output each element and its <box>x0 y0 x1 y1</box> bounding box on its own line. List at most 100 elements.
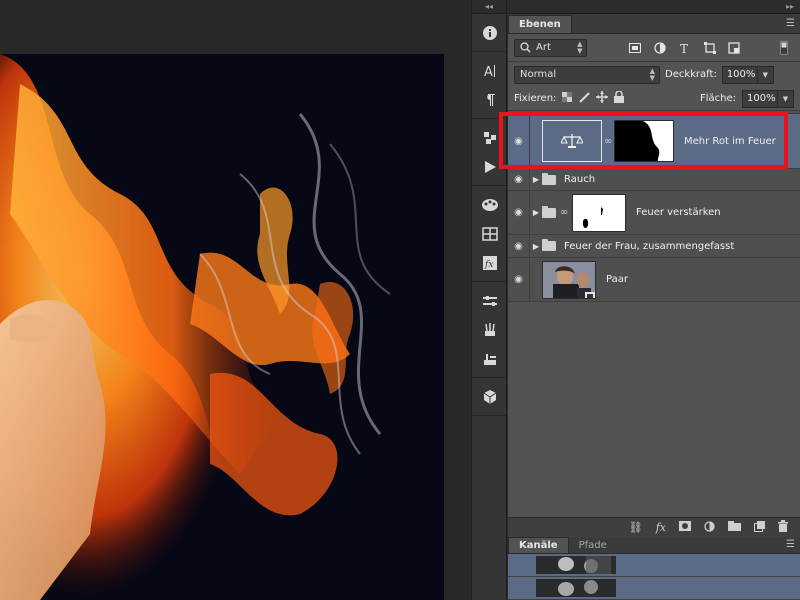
fill-input[interactable]: 100% <box>742 89 778 108</box>
3d-icon[interactable] <box>472 382 508 411</box>
fx-styles-icon[interactable]: fx <box>472 248 508 277</box>
new-group-icon[interactable] <box>728 521 741 534</box>
visibility-toggle[interactable]: ◉ <box>508 169 530 190</box>
paragraph-icon[interactable] <box>472 85 508 114</box>
layer-filter-row: Art ▲ ▼ T <box>508 34 800 61</box>
layer-thumbnail-paar[interactable] <box>542 260 596 299</box>
lock-label: Fixieren: <box>514 93 557 104</box>
visibility-toggle[interactable]: ◉ <box>508 258 530 301</box>
opacity-slider-chevron-icon[interactable]: ▼ <box>757 65 774 84</box>
channels-panel: Kanäle Pfade ☰ <box>508 537 800 600</box>
opacity-label: Deckkraft: <box>665 69 717 80</box>
layer-name: Rauch <box>564 174 596 185</box>
layer-name: Paar <box>606 274 628 285</box>
expand-caret-icon[interactable]: ▶ <box>530 175 542 184</box>
brush-presets-icon[interactable] <box>472 344 508 373</box>
fill-label: Fläche: <box>699 93 736 104</box>
fire-artwork-image[interactable] <box>0 54 444 600</box>
lock-all-icon[interactable] <box>614 90 625 106</box>
channel-thumbnail <box>536 579 616 597</box>
mask-link-icon[interactable]: ∞ <box>558 207 570 218</box>
lock-transparent-icon[interactable] <box>562 92 573 105</box>
channel-row[interactable] <box>508 554 800 577</box>
panel-icon-strip: ◂◂ A fx <box>471 0 507 600</box>
layer-row-feuer-verstaerken[interactable]: ◉ ▶ ∞ Feuer verstärken <box>508 191 800 235</box>
smart-object-filter-icon[interactable] <box>725 39 745 57</box>
layer-row-mehr-rot[interactable]: ◉ ∞ Mehr Rot im Feuer <box>508 114 800 169</box>
layers-footer-toolbar: ⛓ fx <box>508 517 800 537</box>
link-layers-icon[interactable]: ⛓ <box>629 521 643 534</box>
visibility-toggle[interactable]: ◉ <box>508 191 530 234</box>
add-mask-icon[interactable] <box>679 521 691 534</box>
tab-paths[interactable]: Pfade <box>569 537 617 553</box>
expand-caret-icon[interactable]: ▶ <box>530 242 542 251</box>
photoshop-window: ◂◂ A fx ▸▸ Ebenen ☰ Art ▲ ▼ T Normal ▲ ▼… <box>0 0 800 600</box>
swatches-icon[interactable] <box>472 190 508 219</box>
blend-opacity-row: Normal ▲ ▼ Deckkraft: 100% ▼ <box>508 61 800 87</box>
group-mask-thumbnail[interactable] <box>572 193 626 232</box>
trash-icon[interactable] <box>778 520 788 535</box>
layer-name: Mehr Rot im Feuer <box>684 135 776 147</box>
layers-list[interactable]: ◉ ∞ Mehr Rot im Feuer ◉ ▶ Rauch ◉ ▶ ∞ Fe… <box>508 113 800 517</box>
channels-menu-icon[interactable]: ☰ <box>786 539 795 550</box>
opacity-input[interactable]: 100% <box>721 65 758 84</box>
folder-icon <box>542 239 556 251</box>
folder-icon <box>542 205 556 218</box>
blend-mode-value: Normal <box>520 69 557 80</box>
blend-mode-dropdown[interactable]: Normal ▲ ▼ <box>514 65 660 84</box>
pixel-filter-icon[interactable] <box>625 39 645 57</box>
search-icon <box>520 42 531 53</box>
chevron-updown-icon: ▲ ▼ <box>649 66 655 82</box>
fire-artwork-svg <box>0 54 444 600</box>
eye-icon: ◉ <box>514 135 523 147</box>
channels-tab-bar: Kanäle Pfade ☰ <box>508 537 800 554</box>
brushes-icon[interactable] <box>472 315 508 344</box>
layer-name: Feuer verstärken <box>636 207 721 218</box>
channel-thumbnail <box>536 556 616 574</box>
channel-row[interactable] <box>508 577 800 600</box>
new-layer-icon[interactable] <box>754 520 765 535</box>
character-icon[interactable]: A <box>472 56 508 85</box>
filter-kind-dropdown[interactable]: Art ▲ ▼ <box>514 38 588 57</box>
tab-channels[interactable]: Kanäle <box>508 537 569 553</box>
panel-menu-icon[interactable]: ☰ <box>786 18 795 29</box>
layers-tab-bar: Ebenen ☰ <box>508 14 800 34</box>
history-icon[interactable] <box>472 123 508 152</box>
info-icon[interactable] <box>472 18 508 47</box>
layer-mask-thumbnail[interactable] <box>614 120 674 162</box>
lock-pixels-icon[interactable] <box>578 91 591 106</box>
adjustments-icon[interactable] <box>472 286 508 315</box>
lock-fill-row: Fixieren: Fläche: 100% ▼ <box>508 87 800 111</box>
adjustment-filter-icon[interactable] <box>650 39 670 57</box>
shape-filter-icon[interactable] <box>700 39 720 57</box>
lock-position-icon[interactable] <box>596 91 609 106</box>
svg-text:fx: fx <box>484 260 493 270</box>
document-canvas-area[interactable] <box>0 0 471 600</box>
fx-icon[interactable]: fx <box>656 521 666 534</box>
filter-toggle-icon[interactable] <box>774 39 794 57</box>
strip-collapse-arrows-icon[interactable]: ◂◂ <box>472 0 506 14</box>
svg-text:A: A <box>484 65 493 79</box>
layer-name: Feuer der Frau, zusammengefasst <box>564 240 735 252</box>
panel-collapse-bar[interactable]: ▸▸ <box>508 0 800 14</box>
folder-icon <box>542 172 556 185</box>
eye-icon: ◉ <box>514 274 523 285</box>
expand-caret-icon[interactable]: ▶ <box>530 208 542 217</box>
visibility-toggle[interactable]: ◉ <box>508 235 530 257</box>
actions-play-icon[interactable] <box>472 152 508 181</box>
layers-panel: ▸▸ Ebenen ☰ Art ▲ ▼ T Normal ▲ ▼ Deckkra… <box>508 0 800 600</box>
mask-link-icon[interactable]: ∞ <box>602 136 614 147</box>
svg-text:T: T <box>680 42 688 54</box>
layer-row-feuer-der-frau[interactable]: ◉ ▶ Feuer der Frau, zusammengefasst <box>508 235 800 258</box>
layer-row-rauch[interactable]: ◉ ▶ Rauch <box>508 169 800 191</box>
filter-kind-label: Art <box>536 42 551 53</box>
chevron-updown-icon: ▲ ▼ <box>577 39 583 55</box>
type-filter-icon[interactable]: T <box>675 39 695 57</box>
adjustment-layer-icon[interactable] <box>704 520 715 535</box>
visibility-toggle[interactable]: ◉ <box>508 114 530 168</box>
layer-row-paar[interactable]: ◉ Paar <box>508 258 800 302</box>
tab-layers[interactable]: Ebenen <box>508 15 572 33</box>
color-balance-adjustment-icon <box>542 120 602 162</box>
fill-slider-chevron-icon[interactable]: ▼ <box>778 89 794 108</box>
styles-grid-icon[interactable] <box>472 219 508 248</box>
